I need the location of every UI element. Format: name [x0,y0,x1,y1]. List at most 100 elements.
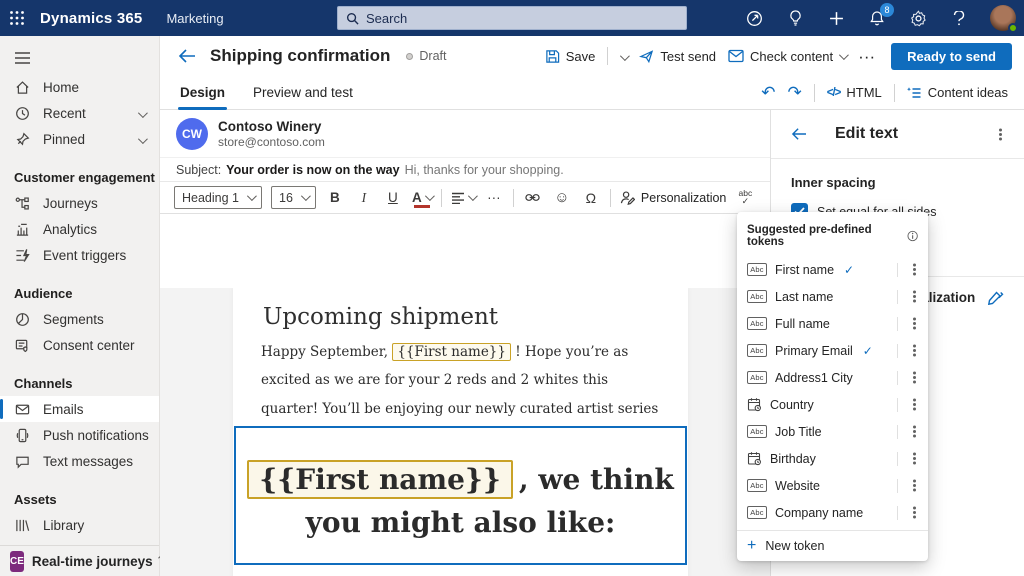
email-heading[interactable]: Upcoming shipment [263,304,658,330]
token-item-last-name[interactable]: Abc Last name [737,283,928,310]
sidebar-item-pinned[interactable]: Pinned [0,126,159,152]
new-token-button[interactable]: + New token [737,530,928,561]
lightbulb-icon[interactable] [785,8,805,28]
font-size-select[interactable]: 16 [271,186,316,209]
quick-launch-icon[interactable] [744,8,764,28]
settings-gear-icon[interactable] [908,8,928,28]
app-area-label[interactable]: Marketing [166,11,223,26]
sidebar-item-label: Consent center [43,337,135,353]
italic-button[interactable]: I [354,186,374,210]
sidebar-item-label: Library [43,517,85,533]
recent-clock-icon [14,105,31,122]
link-button[interactable] [523,186,543,210]
save-icon [546,49,559,63]
font-color-bar [413,204,430,208]
panel-back-arrow-icon[interactable] [791,127,807,141]
more-options-icon[interactable] [913,511,916,514]
ready-to-send-button[interactable]: Ready to send [891,42,1012,70]
sidebar-item-analytics[interactable]: Analytics [0,216,159,242]
align-icon [451,192,464,204]
token-item-birthday[interactable]: Birthday [737,445,928,472]
personalization-button[interactable]: Personalization [620,190,726,205]
text-token-icon: Abc [747,317,767,330]
underline-button[interactable]: U [383,186,403,210]
date-token-icon [747,452,761,466]
undo-button[interactable]: ↶ [761,84,775,101]
more-options-icon[interactable] [913,322,916,325]
area-switcher[interactable]: CE Real-time journeys [0,545,171,576]
more-options-icon[interactable] [913,457,916,460]
divider [897,505,898,520]
spellcheck-button[interactable]: abc ✓ [735,186,755,210]
token-item-full-name[interactable]: Abc Full name [737,310,928,337]
user-avatar[interactable] [990,5,1018,33]
push-notifications-icon [14,427,31,444]
help-icon[interactable] [949,8,969,28]
redo-button[interactable]: ↷ [787,84,801,101]
email-page[interactable]: Upcoming shipment Happy September, {{Fir… [233,288,688,576]
alignment-button[interactable] [451,186,478,210]
test-send-button[interactable]: Test send [639,49,716,64]
token-item-job-title[interactable]: Abc Job Title [737,418,928,445]
app-title[interactable]: Dynamics 365 [40,10,142,27]
selected-text-block[interactable]: {{First name}}, we think you might also … [234,426,687,565]
check-content-button[interactable]: Check content [728,49,850,64]
chevron-down-icon[interactable] [137,106,148,121]
special-character-button[interactable]: Ω [581,186,601,210]
token-item-primary-email[interactable]: Abc Primary Email ✓ [737,337,928,364]
sidebar-item-push-notifications[interactable]: Push notifications [0,422,159,448]
sidebar-item-segments[interactable]: Segments [0,306,159,332]
hamburger-menu-icon[interactable] [14,48,34,68]
token-item-first-name[interactable]: Abc First name ✓ [737,256,928,283]
sidebar-item-label: Emails [43,401,84,417]
email-editor-column: CW Contoso Winery store@contoso.com Subj… [160,110,770,576]
subject-row[interactable]: Subject: Your order is now on the way Hi… [160,158,770,182]
divider [897,343,898,358]
sidebar-item-library[interactable]: Library [0,512,159,538]
sidebar-item-home[interactable]: Home [0,74,159,100]
token-item-website[interactable]: Abc Website [737,472,928,499]
token-item-country[interactable]: Country [737,391,928,418]
emoji-button[interactable]: ☺ [552,186,572,210]
more-options-icon[interactable] [913,349,916,352]
sidebar-item-recent[interactable]: Recent [0,100,159,126]
sidebar-item-event-triggers[interactable]: Event triggers [0,242,159,268]
more-options-icon[interactable] [913,376,916,379]
advanced-personalization-pen-icon[interactable] [987,290,1004,305]
more-options-icon[interactable] [913,484,916,487]
sidebar-item-emails[interactable]: Emails [0,396,159,422]
paragraph-style-select[interactable]: Heading 1 [174,186,262,209]
token-item-address1-city[interactable]: Abc Address1 City [737,364,928,391]
more-options-icon[interactable] [913,295,916,298]
more-commands-button[interactable]: ··· [858,48,875,65]
first-name-token[interactable]: {{First name}} [392,343,511,361]
status-badge: Draft [406,49,446,63]
section-channels: Channels [14,375,73,391]
chevron-down-icon[interactable] [137,132,148,147]
html-view-button[interactable]: </> HTML [827,85,882,100]
waffle-menu-icon[interactable] [0,0,34,36]
back-arrow-icon[interactable] [178,48,196,64]
search-input[interactable]: Search [337,6,687,30]
divider [813,83,815,102]
more-options-icon[interactable] [913,268,916,271]
tab-preview-and-test[interactable]: Preview and test [251,76,355,110]
sidebar-item-consent-center[interactable]: Consent center [0,332,159,358]
save-button[interactable]: Save [545,49,595,64]
add-icon[interactable] [826,8,846,28]
save-split-chevron[interactable] [620,49,631,64]
more-options-icon[interactable] [913,430,916,433]
font-color-button[interactable]: A [412,186,435,210]
sidebar-item-text-messages[interactable]: Text messages [0,448,159,474]
bold-button[interactable]: B [325,186,345,210]
more-formatting-button[interactable]: ··· [484,186,504,210]
panel-more-options-icon[interactable] [999,132,1002,136]
content-ideas-button[interactable]: Content ideas [906,85,1008,100]
tab-design[interactable]: Design [178,76,228,110]
token-item-company-name[interactable]: Abc Company name [737,499,928,526]
search-icon [346,12,359,25]
first-name-token-large[interactable]: {{First name}} [247,460,513,499]
sidebar-item-journeys[interactable]: Journeys [0,190,159,216]
more-options-icon[interactable] [913,403,916,406]
notifications-bell-icon[interactable]: 8 [867,3,894,28]
